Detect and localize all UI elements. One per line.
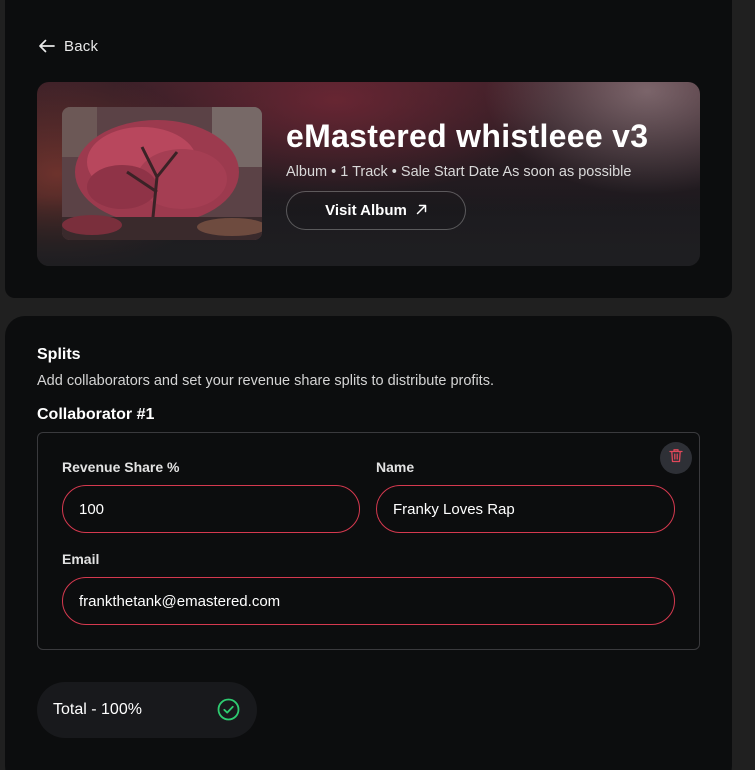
album-title: eMastered whistleee v3	[286, 118, 649, 154]
email-label: Email	[62, 551, 100, 567]
album-meta: Album • 1 Track • Sale Start Date As soo…	[286, 164, 632, 180]
revenue-share-label: Revenue Share %	[62, 459, 180, 475]
album-header-panel: Back eMastered whistleee v3 Album • 1 Tr…	[5, 0, 732, 298]
name-input[interactable]	[376, 485, 675, 533]
album-cover-image	[62, 107, 262, 240]
trash-icon	[669, 448, 683, 468]
arrow-left-icon	[38, 39, 55, 53]
delete-collaborator-button[interactable]	[660, 442, 692, 474]
collaborator-card: Revenue Share % Name Email	[37, 432, 700, 650]
splits-description: Add collaborators and set your revenue s…	[37, 373, 494, 389]
page: Back eMastered whistleee v3 Album • 1 Tr…	[0, 0, 755, 770]
check-circle-icon	[217, 698, 240, 726]
back-label: Back	[64, 37, 99, 55]
email-input[interactable]	[62, 577, 675, 625]
back-button[interactable]: Back	[38, 35, 98, 57]
splits-title: Splits	[37, 346, 81, 363]
visit-album-button[interactable]: Visit Album	[286, 191, 466, 230]
splits-panel: Splits Add collaborators and set your re…	[5, 316, 732, 770]
collaborator-title: Collaborator #1	[37, 406, 155, 423]
album-card: eMastered whistleee v3 Album • 1 Track •…	[37, 82, 700, 266]
visit-album-label: Visit Album	[325, 202, 407, 219]
album-info: eMastered whistleee v3 Album • 1 Track •…	[286, 116, 691, 230]
name-label: Name	[376, 459, 415, 475]
total-label: Total - 100%	[53, 701, 142, 718]
revenue-share-input[interactable]	[62, 485, 360, 533]
total-summary: Total - 100%	[37, 682, 257, 738]
arrow-up-right-icon	[416, 202, 427, 220]
